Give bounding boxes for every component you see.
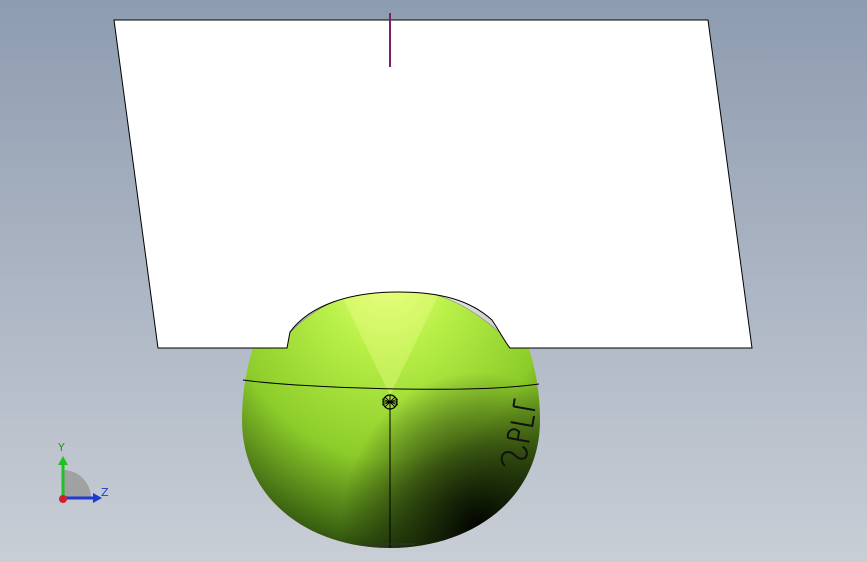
- triad-xy-quadrant: [63, 470, 91, 498]
- y-axis-arrowhead: [58, 456, 68, 465]
- graphics-viewport[interactable]: Y Z: [0, 0, 867, 562]
- orientation-triad: Y Z: [48, 440, 118, 510]
- 3d-scene[interactable]: [0, 0, 867, 562]
- y-axis-label: Y: [58, 441, 65, 454]
- z-axis-label: Z: [101, 486, 109, 499]
- x-axis-point: [59, 495, 67, 503]
- pole-point-marker[interactable]: [381, 394, 399, 410]
